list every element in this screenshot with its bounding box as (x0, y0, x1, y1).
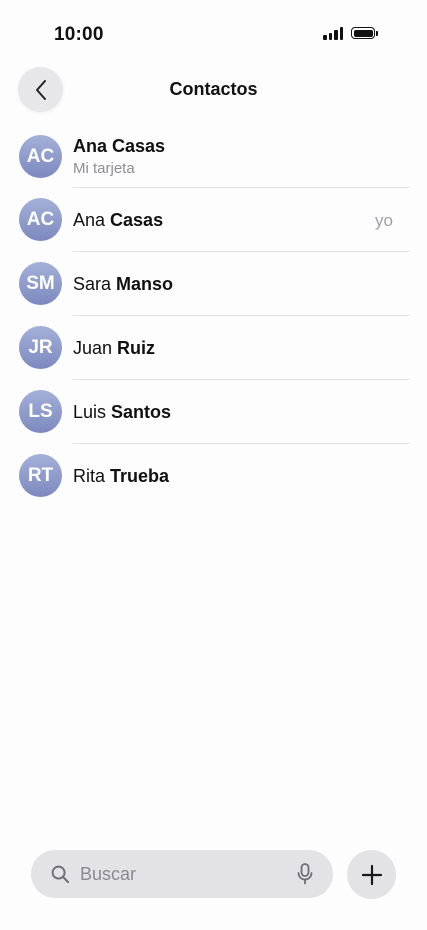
search-input[interactable]: Buscar (31, 850, 333, 898)
signal-icon (323, 26, 343, 40)
contact-name: Juan Ruiz (73, 338, 155, 359)
contact-last-name: Ruiz (117, 338, 156, 358)
microphone-icon[interactable] (297, 863, 313, 885)
search-icon (51, 865, 70, 883)
contact-row[interactable]: LS Luis Santos (0, 380, 427, 444)
contact-name: Luis Santos (73, 402, 171, 423)
contact-last-name: Casas (110, 210, 164, 230)
battery-icon (351, 27, 378, 39)
add-contact-button[interactable] (347, 850, 396, 899)
contact-first-name: Ana (73, 210, 111, 230)
me-badge: yo (375, 211, 393, 230)
contact-row[interactable]: SM Sara Manso (0, 252, 427, 316)
avatar: SM (19, 262, 62, 305)
contact-name: Sara Manso (73, 274, 173, 295)
contact-name: Ana Casas (73, 210, 163, 231)
avatar: JR (19, 326, 62, 369)
avatar: AC (19, 198, 62, 241)
avatar: RT (19, 454, 62, 497)
search-placeholder: Buscar (80, 863, 137, 884)
contact-first-name: Juan (73, 338, 118, 358)
contact-row[interactable]: AC Ana Casas yo (0, 188, 427, 252)
status-icons (323, 26, 378, 40)
contact-first-name: Luis (73, 402, 112, 422)
status-bar: 10:00 (0, 0, 427, 70)
contact-last-name: Santos (111, 402, 172, 422)
page-title: Contactos (169, 79, 258, 99)
avatar: LS (19, 390, 62, 433)
contact-first-name: Rita (73, 466, 111, 486)
contact-first-name: Sara (73, 274, 117, 294)
contact-last-name: Trueba (110, 466, 170, 486)
contact-name: Ana Casas (73, 136, 166, 156)
plus-icon (361, 864, 382, 885)
contact-name: Rita Trueba (73, 466, 169, 487)
contact-row[interactable]: JR Juan Ruiz (0, 316, 427, 380)
avatar: AC (19, 135, 62, 178)
contact-last-name: Manso (116, 274, 174, 294)
contact-row[interactable]: RT Rita Trueba (0, 444, 427, 508)
contact-list: AC Ana Casas Mi tarjeta AC Ana Casas yo … (0, 123, 427, 508)
status-time: 10:00 (54, 24, 104, 45)
my-card-row[interactable]: AC Ana Casas Mi tarjeta (0, 123, 427, 188)
contact-subtitle: Mi tarjeta (73, 160, 135, 177)
